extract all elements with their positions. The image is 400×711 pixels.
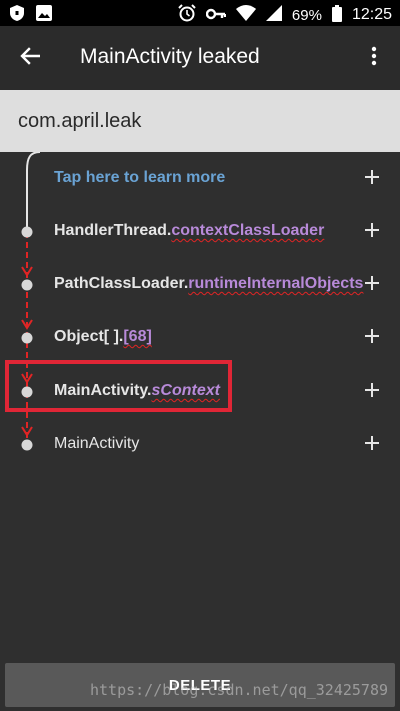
key-icon (205, 7, 227, 24)
image-icon (36, 5, 52, 25)
plus-icon[interactable] (360, 269, 384, 297)
package-header: com.april.leak (0, 90, 400, 152)
trace-row-leaked-instance[interactable]: MainActivity (0, 425, 400, 465)
shield-icon (10, 5, 24, 25)
highlight-annotation-box (5, 360, 232, 412)
more-vert-icon (371, 46, 377, 71)
trace-row-label: MainActivity (54, 435, 139, 453)
alarm-icon (178, 4, 196, 26)
package-name: com.april.leak (18, 110, 142, 132)
plus-icon[interactable] (360, 322, 384, 350)
learn-more-link[interactable]: Tap here to learn more (54, 169, 225, 187)
watermark: https://blog.csdn.net/qq_32425789 (89, 681, 388, 699)
status-bar: 69% 12:25 (0, 0, 400, 26)
row-field-name: contextClassLoader (171, 222, 325, 239)
battery-percent: 69% (291, 6, 322, 24)
plus-icon[interactable] (360, 376, 384, 404)
app-bar: MainActivity leaked (0, 26, 400, 90)
trace-row[interactable]: Object[ ].[68] (0, 318, 400, 358)
trace-row[interactable]: PathClassLoader.runtimeInternalObjects (0, 265, 400, 305)
row-class-name: PathClassLoader. (54, 275, 189, 292)
learn-more-row[interactable]: Tap here to learn more (0, 159, 400, 199)
plus-icon[interactable] (360, 163, 384, 191)
trace-row[interactable]: HandlerThread.contextClassLoader (0, 212, 400, 252)
row-field-name: [68] (123, 328, 152, 345)
signal-icon (265, 5, 282, 25)
leak-trace: Tap here to learn more HandlerThread.con… (0, 152, 400, 662)
overflow-menu-button[interactable] (362, 44, 386, 72)
trace-row-label: Object[ ].[68] (54, 328, 152, 346)
row-field-name: runtimeInternalObjects (188, 275, 364, 292)
trace-row-label: PathClassLoader.runtimeInternalObjects (54, 275, 363, 293)
row-class-name: Object[ ]. (54, 328, 124, 345)
back-button[interactable] (14, 44, 46, 72)
trace-row-label: HandlerThread.contextClassLoader (54, 222, 324, 240)
plus-icon[interactable] (360, 429, 384, 457)
row-class-name: MainActivity (54, 435, 140, 452)
battery-icon (331, 4, 342, 26)
wifi-icon (235, 5, 256, 25)
plus-icon[interactable] (360, 216, 384, 244)
arrow-back-icon (20, 46, 41, 70)
page-title: MainActivity leaked (80, 45, 260, 68)
clock: 12:25 (351, 6, 392, 23)
row-class-name: HandlerThread. (54, 222, 172, 239)
